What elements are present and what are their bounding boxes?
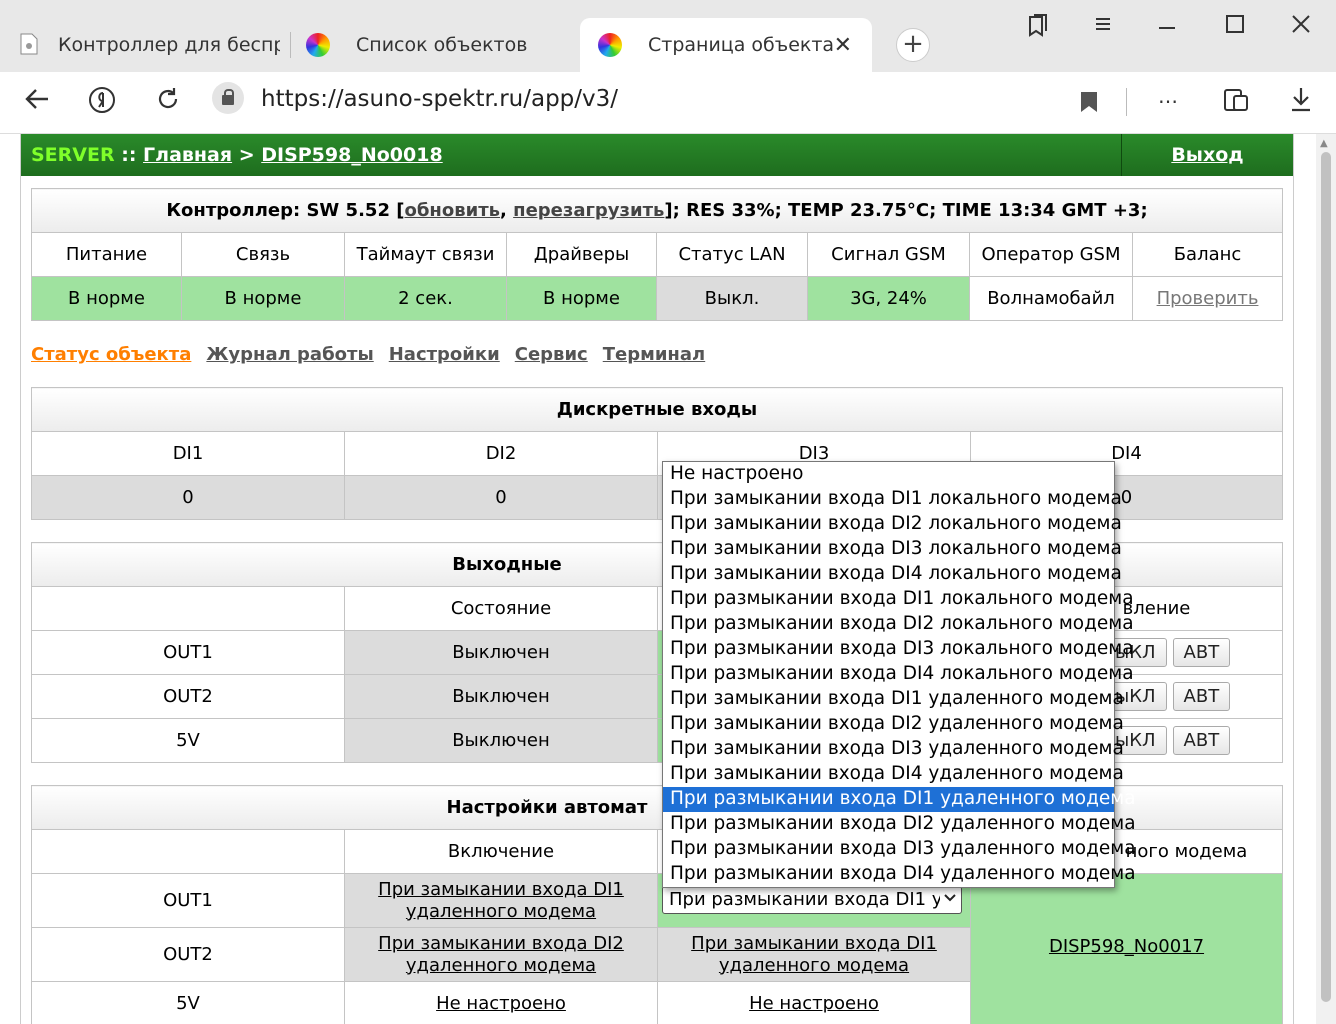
update-link[interactable]: обновить bbox=[404, 200, 500, 221]
dropdown-option[interactable]: При размыкании входа DI1 локального моде… bbox=[663, 587, 1134, 612]
dropdown-option[interactable]: При размыкании входа DI1 удаленного моде… bbox=[663, 787, 1136, 812]
dropdown-option[interactable]: При размыкании входа DI3 удаленного моде… bbox=[663, 837, 1136, 862]
select-dropdown-list: Не настроено При замыкании входа DI1 лока… bbox=[662, 461, 1136, 888]
extensions-icon[interactable] bbox=[1222, 86, 1250, 121]
tab-title: Список объектов bbox=[356, 34, 528, 56]
reboot-link[interactable]: перезагрузить bbox=[513, 200, 664, 221]
auto-button[interactable]: АВТ bbox=[1172, 726, 1231, 755]
menu-log[interactable]: Журнал работы bbox=[206, 344, 373, 365]
dropdown-option[interactable]: При размыкании входа DI4 локального моде… bbox=[663, 662, 1134, 687]
dropdown-option[interactable]: При замыкании входа DI4 локального модем… bbox=[663, 562, 1122, 587]
timeout-value: 2 сек. bbox=[344, 276, 507, 321]
di1-value: 0 bbox=[31, 475, 345, 520]
out1-off-select[interactable]: При размыкании входа DI1 у bbox=[662, 886, 962, 914]
back-icon[interactable] bbox=[24, 86, 50, 119]
controller-values: В норме В норме 2 сек. В норме Выкл. 3G,… bbox=[31, 276, 1283, 321]
discrete-title: Дискретные входы bbox=[31, 387, 1283, 432]
di2-value: 0 bbox=[344, 475, 658, 520]
dropdown-option[interactable]: Не настроено bbox=[663, 462, 1114, 487]
home-link[interactable]: Главная bbox=[143, 144, 232, 166]
dropdown-option[interactable]: При замыкании входа DI1 локального модем… bbox=[663, 487, 1122, 512]
close-tab-icon[interactable]: ✕ bbox=[834, 33, 852, 58]
tab-object-list[interactable]: Список объектов bbox=[294, 18, 580, 72]
more-icon[interactable]: … bbox=[1158, 84, 1178, 108]
object-menu: Статус объекта Журнал работы Настройки Серв… bbox=[31, 344, 720, 365]
tab-title: Страница объекта bbox=[648, 34, 835, 56]
5v-on-link[interactable]: Не настроено bbox=[436, 993, 566, 1014]
auto-button[interactable]: АВТ bbox=[1172, 682, 1231, 711]
tab-controller[interactable]: Контроллер для беспров bbox=[0, 18, 290, 72]
lan-status: Выкл. bbox=[656, 276, 808, 321]
app-header: SERVER :: Главная > DISP598_No0018 Выход bbox=[21, 134, 1293, 176]
yandex-icon[interactable] bbox=[88, 86, 116, 121]
url-bar[interactable]: https://asuno-spektr.ru/app/v3/ bbox=[212, 82, 1182, 124]
url-text[interactable]: https://asuno-spektr.ru/app/v3/ bbox=[261, 86, 618, 112]
maximize-icon[interactable] bbox=[1225, 14, 1245, 40]
tab-title: Контроллер для беспров bbox=[58, 34, 280, 56]
scroll-thumb[interactable] bbox=[1321, 152, 1331, 1002]
scroll-up-icon[interactable]: ▲ bbox=[1320, 138, 1328, 149]
dropdown-option[interactable]: При размыкании входа DI2 локального моде… bbox=[663, 612, 1134, 637]
dropdown-option[interactable]: При замыкании входа DI4 удаленного модем… bbox=[663, 762, 1124, 787]
minimize-icon[interactable] bbox=[1157, 16, 1177, 42]
controller-table: Контроллер: SW 5.52 [обновить, перезагру… bbox=[31, 188, 1283, 321]
menu-service[interactable]: Сервис bbox=[515, 344, 588, 365]
chevron-down-icon bbox=[940, 889, 957, 910]
download-icon[interactable] bbox=[1289, 86, 1313, 119]
breadcrumb: SERVER :: Главная > DISP598_No0018 bbox=[31, 144, 443, 166]
page-scrollbar[interactable]: ▲ bbox=[1316, 134, 1336, 1024]
dropdown-option[interactable]: При замыкании входа DI3 локального модем… bbox=[663, 537, 1122, 562]
hamburger-icon[interactable] bbox=[1093, 14, 1113, 39]
lock-icon[interactable] bbox=[212, 82, 244, 114]
tab-object-page[interactable]: Страница объекта ✕ bbox=[580, 18, 872, 72]
check-balance-link[interactable]: Проверить bbox=[1157, 288, 1259, 309]
collections-icon[interactable] bbox=[1026, 14, 1048, 44]
tab-bar: Контроллер для беспров Список объектов С… bbox=[0, 0, 1336, 72]
out2-off-link[interactable]: При замыкании входа DI1 удаленного модем… bbox=[691, 933, 937, 976]
auto-button[interactable]: АВТ bbox=[1172, 638, 1231, 667]
object-link[interactable]: DISP598_No0018 bbox=[261, 144, 442, 166]
address-bar: https://asuno-spektr.ru/app/v3/ … bbox=[0, 72, 1336, 134]
menu-status[interactable]: Статус объекта bbox=[31, 344, 191, 365]
site-icon bbox=[598, 33, 622, 57]
controller-headers: Питание Связь Таймаут связи Драйверы Ста… bbox=[31, 232, 1283, 277]
gsm-signal: 3G, 24% bbox=[807, 276, 970, 321]
gsm-operator: Волнамобайл bbox=[969, 276, 1133, 321]
dropdown-option[interactable]: При замыкании входа DI3 удаленного модем… bbox=[663, 737, 1124, 762]
menu-terminal[interactable]: Терминал bbox=[603, 344, 705, 365]
dropdown-option[interactable]: При размыкании входа DI4 удаленного моде… bbox=[663, 862, 1136, 887]
balance-cell: Проверить bbox=[1132, 276, 1283, 321]
new-tab-button[interactable]: + bbox=[896, 28, 930, 62]
remote-modem-link[interactable]: DISP598_No0017 bbox=[1049, 936, 1204, 957]
dropdown-option[interactable]: При замыкании входа DI2 удаленного модем… bbox=[663, 712, 1124, 737]
page-icon bbox=[20, 33, 44, 57]
power-status: В норме bbox=[31, 276, 182, 321]
5v-off-link[interactable]: Не настроено bbox=[749, 993, 879, 1014]
bookmark-icon[interactable] bbox=[1080, 90, 1098, 120]
drivers-status: В норме bbox=[506, 276, 657, 321]
server-label: SERVER bbox=[31, 144, 115, 166]
reload-icon[interactable] bbox=[155, 86, 181, 119]
dropdown-option[interactable]: При размыкании входа DI2 удаленного моде… bbox=[663, 812, 1136, 837]
close-window-icon[interactable] bbox=[1291, 14, 1311, 40]
dropdown-option[interactable]: При замыкании входа DI1 удаленного модем… bbox=[663, 687, 1124, 712]
link-status: В норме bbox=[181, 276, 345, 321]
logout-link[interactable]: Выход bbox=[1171, 144, 1243, 166]
site-icon bbox=[306, 33, 330, 57]
controller-status: Контроллер: SW 5.52 [обновить, перезагру… bbox=[31, 188, 1283, 233]
logout-cell: Выход bbox=[1121, 134, 1293, 176]
dropdown-option[interactable]: При замыкании входа DI2 локального модем… bbox=[663, 512, 1122, 537]
out2-on-link[interactable]: При замыкании входа DI2 удаленного модем… bbox=[378, 933, 624, 976]
menu-settings[interactable]: Настройки bbox=[389, 344, 500, 365]
out1-on-link[interactable]: При замыкании входа DI1 удаленного модем… bbox=[378, 879, 624, 922]
dropdown-option[interactable]: При размыкании входа DI3 локального моде… bbox=[663, 637, 1134, 662]
